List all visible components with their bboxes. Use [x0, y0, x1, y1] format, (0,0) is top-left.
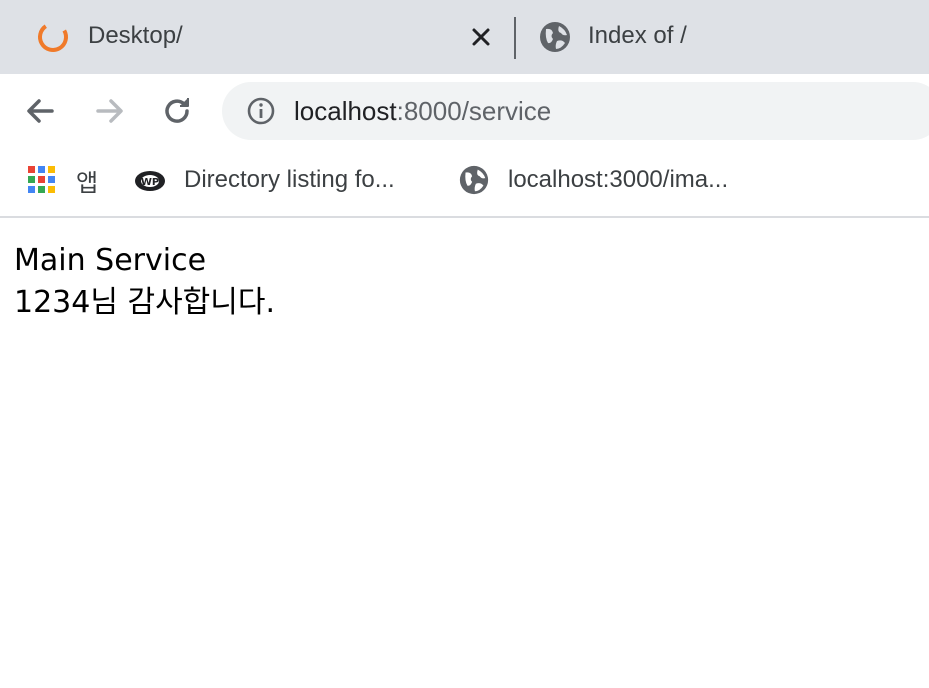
bookmark-apps[interactable]: 앱 [26, 162, 98, 198]
globe-icon [459, 165, 489, 195]
page-content: Main Service 1234님 감사합니다. [14, 240, 275, 324]
globe-icon [540, 22, 570, 52]
tab-title: Index of / [588, 22, 687, 49]
bookmark-label: Directory listing fo... [184, 166, 395, 193]
close-icon[interactable] [466, 22, 496, 52]
orange-ring-icon [38, 22, 68, 52]
info-icon[interactable] [246, 96, 276, 126]
url-host: localhost [294, 96, 397, 126]
bookmark-localhost-3000[interactable]: localhost:3000/ima... [458, 162, 728, 198]
forward-arrow-icon[interactable] [90, 92, 128, 130]
svg-text:WP: WP [141, 177, 159, 188]
bookmark-label: 앱 [76, 168, 99, 197]
bookmarks-bar: 앱 WP Directory listing fo... localhost:3… [0, 148, 929, 218]
tab-strip: Desktop/ Index of / [0, 0, 929, 74]
apps-grid-icon [28, 166, 55, 193]
url-text: localhost:8000/service [294, 96, 551, 127]
bookmark-directory-listing[interactable]: WP Directory listing fo... [134, 162, 395, 198]
tab-desktop[interactable]: Desktop/ [0, 0, 514, 74]
address-bar[interactable]: localhost:8000/service [222, 82, 929, 140]
bookmark-label: localhost:3000/ima... [508, 166, 729, 193]
page-heading: Main Service [14, 243, 207, 278]
tab-index[interactable]: Index of / [516, 0, 929, 74]
back-arrow-icon[interactable] [22, 92, 60, 130]
tab-title: Desktop/ [88, 22, 183, 49]
reload-icon[interactable] [158, 92, 196, 130]
ie-logo-icon: WP [135, 171, 165, 191]
url-path: :8000/service [396, 96, 552, 126]
thank-you-message: 1234님 감사합니다. [14, 285, 276, 320]
